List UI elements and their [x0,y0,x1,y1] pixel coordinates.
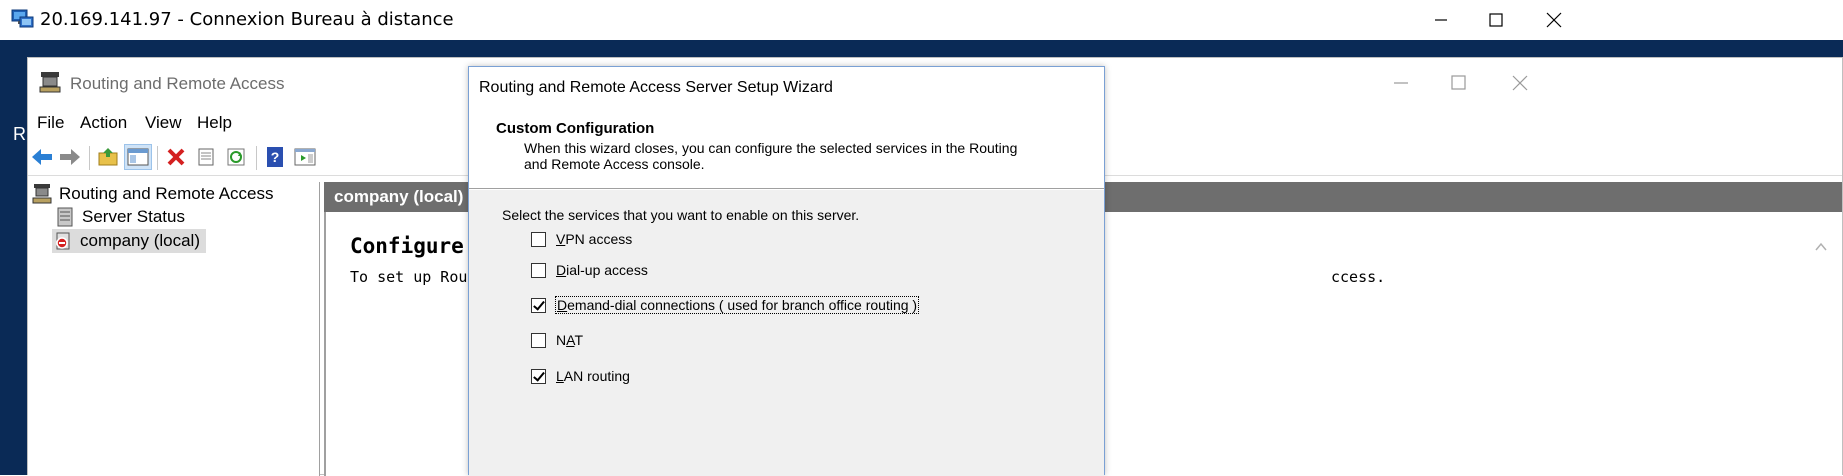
checkbox-box[interactable] [531,368,546,384]
forward-button[interactable] [56,144,84,170]
demand-dial-checkbox[interactable]: Demand-dial connections ( used for branc… [531,294,920,316]
menu-file[interactable]: File [37,113,64,133]
up-folder-icon [98,148,118,166]
refresh-icon [227,148,245,166]
desktop-icon-label: R [13,124,26,144]
minimize-icon [1394,82,1408,84]
menu-action[interactable]: Action [80,113,127,133]
console-tree: Routing and Remote Access Server Status … [28,182,320,476]
menu-help[interactable]: Help [197,113,232,133]
console-minimize-button[interactable] [1376,66,1426,100]
console-icon [294,148,316,166]
server-stopped-icon [56,232,70,250]
option-label: VPN access [556,231,633,247]
rdp-titlebar: 20.169.141.97 - Connexion Bureau à dista… [0,0,1843,40]
nat-checkbox[interactable]: NAT [531,329,583,351]
checkbox-box[interactable] [531,332,546,348]
back-button[interactable] [28,144,56,170]
option-label: NAT [556,332,583,348]
svg-text:?: ? [271,149,280,165]
help-button[interactable]: ? [261,144,289,170]
rras-icon [32,184,52,204]
action-pane-button[interactable] [291,144,319,170]
console-close-button[interactable] [1495,66,1545,100]
dialup-access-checkbox[interactable]: Dial-up access [531,259,648,281]
close-icon [1546,12,1562,28]
up-one-level-button[interactable] [94,144,122,170]
tree-item-label: Server Status [82,207,185,226]
delete-button[interactable] [162,144,190,170]
toolbar-separator [89,146,90,170]
tree-item-label: Routing and Remote Access [59,184,274,203]
tree-item-rras-root[interactable]: Routing and Remote Access [31,182,274,206]
back-icon [32,149,52,165]
console-maximize-button[interactable] [1434,66,1484,100]
close-icon [1512,75,1528,91]
configure-text-right: ccess. [1331,268,1386,286]
rras-app-icon [39,72,61,93]
properties-icon [198,148,214,166]
properties-button[interactable] [192,144,220,170]
wizard-header: Custom Configuration When this wizard cl… [469,107,1104,189]
refresh-button[interactable] [222,144,250,170]
wizard-title: Routing and Remote Access Server Setup W… [479,79,833,96]
wizard-page-description: When this wizard closes, you can configu… [524,140,1018,172]
checkbox-box[interactable] [531,297,546,313]
checkbox-box[interactable] [531,231,546,247]
rdp-close-button[interactable] [1519,0,1589,40]
wizard-body: Select the services that you want to ena… [469,190,1104,476]
remote-desktop-icon [11,9,34,28]
option-label: Dial-up access [556,262,648,278]
forward-icon [60,149,80,165]
wizard-page-heading: Custom Configuration [496,120,655,137]
scroll-up-icon[interactable] [1814,240,1828,254]
lan-routing-checkbox[interactable]: LAN routing [531,365,630,387]
tree-item-company-local[interactable]: company (local) [52,229,206,253]
delete-icon [167,148,185,166]
show-hide-console-tree-button[interactable] [124,144,152,170]
minimize-icon [1435,19,1447,21]
toolbar-separator [157,146,158,170]
rdp-window-title: 20.169.141.97 - Connexion Bureau à dista… [40,9,454,30]
vpn-access-checkbox[interactable]: VPN access [531,228,632,250]
toolbar-separator [256,146,257,170]
show-hide-console-tree-icon [127,148,149,166]
tree-item-label: company (local) [80,231,200,250]
maximize-icon [1451,75,1466,90]
tree-item-server-status[interactable]: Server Status [54,205,185,229]
console-title: Routing and Remote Access [70,74,285,93]
server-status-icon [57,207,73,227]
checkbox-box[interactable] [531,262,546,278]
option-label: Demand-dial connections ( used for branc… [554,296,920,314]
help-icon: ? [267,147,283,167]
wizard-prompt: Select the services that you want to ena… [502,207,860,223]
menu-view[interactable]: View [145,113,182,133]
option-label: LAN routing [556,368,630,384]
setup-wizard-dialog: Routing and Remote Access Server Setup W… [468,66,1105,476]
maximize-icon [1489,13,1503,27]
